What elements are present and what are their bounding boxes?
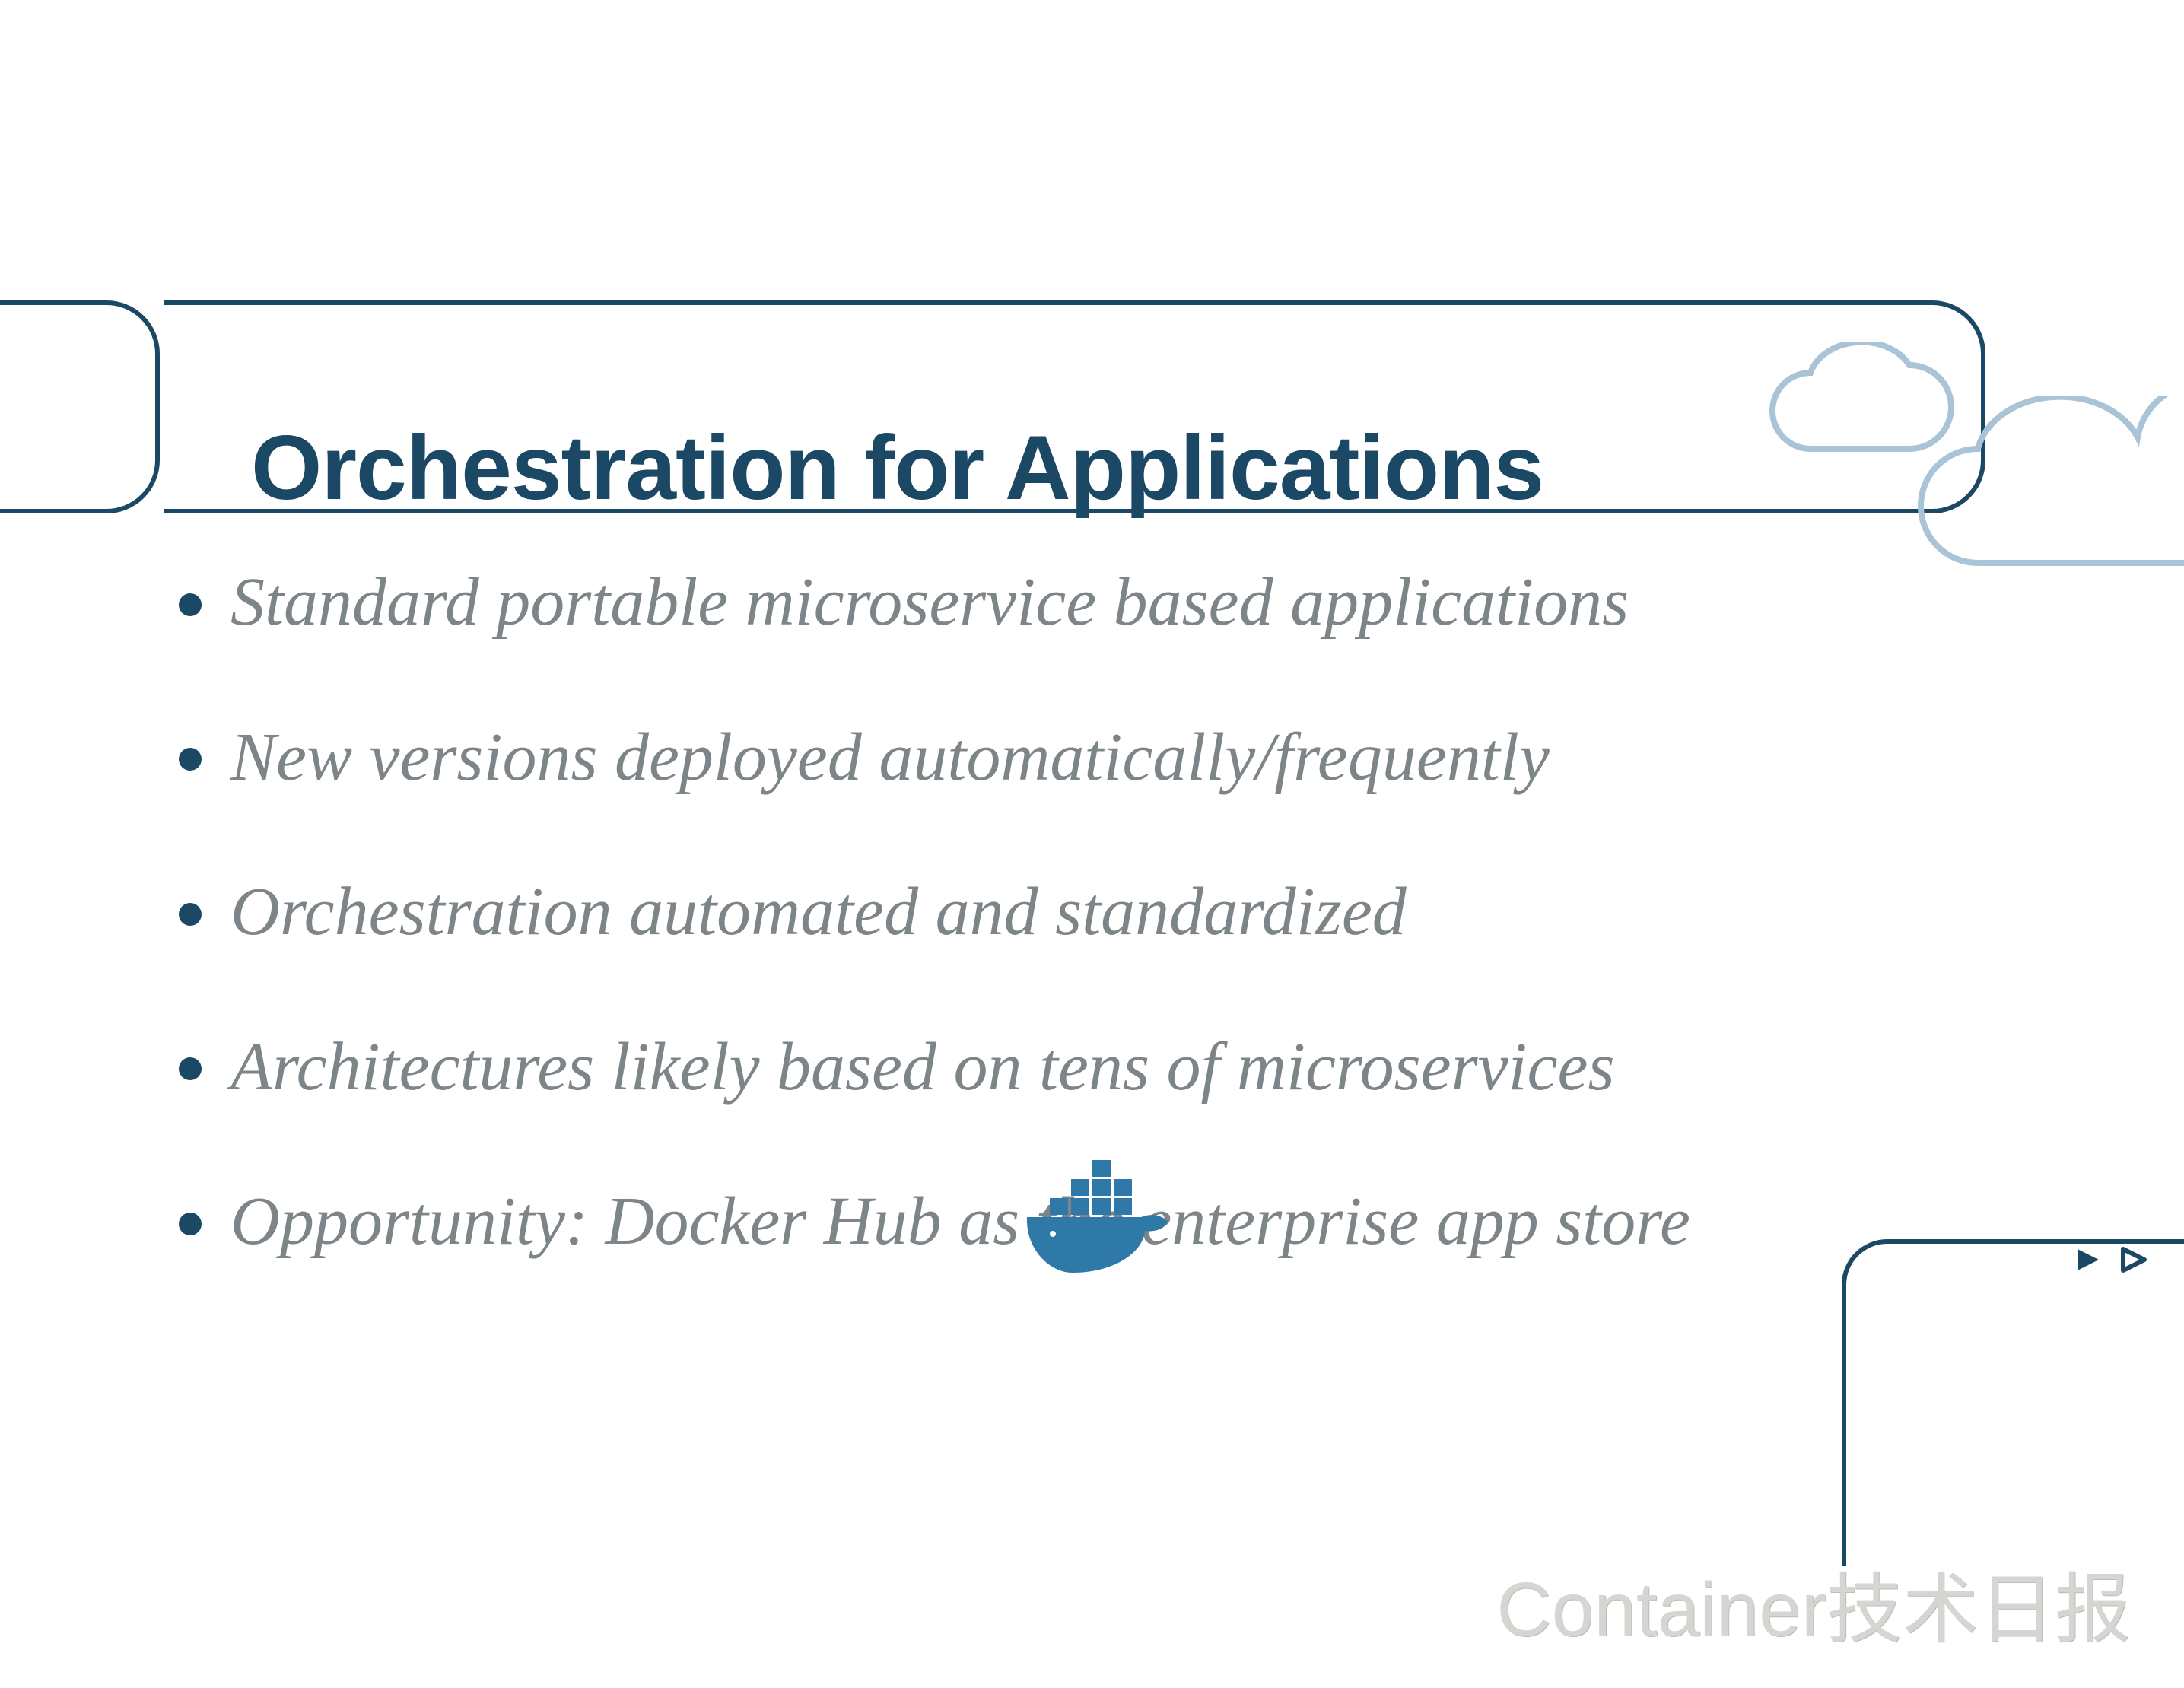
docker-icon xyxy=(1019,1156,1171,1274)
slide: Orchestration for Applications Standard … xyxy=(0,0,2184,1688)
bullet-dot-icon xyxy=(179,748,202,771)
bullet-text: Opportunity: Docker Hub as the enterpris… xyxy=(230,1182,1690,1261)
bullet-item: Architectures likely based on tens of mi… xyxy=(179,1028,2093,1107)
bullet-dot-icon xyxy=(179,1213,202,1235)
bullet-item: Orchestration automated and standardized xyxy=(179,873,2093,952)
arrowheads-icon xyxy=(2017,1245,2184,1275)
bullet-text: Orchestration automated and standardized xyxy=(230,873,1407,952)
slide-title: Orchestration for Applications xyxy=(251,361,1543,574)
bullet-text: New versions deployed automatically/freq… xyxy=(230,718,1550,797)
bullet-text: Architectures likely based on tens of mi… xyxy=(230,1028,1614,1107)
bullet-item: Standard portable microservice based app… xyxy=(179,563,2093,642)
decorative-bracket xyxy=(1842,1239,2184,1566)
bullet-dot-icon xyxy=(179,593,202,616)
watermark-text: Container技术日报 xyxy=(1496,1547,2131,1658)
bullet-dot-icon xyxy=(179,903,202,926)
title-frame-left-stub xyxy=(0,300,160,513)
bullet-item: New versions deployed automatically/freq… xyxy=(179,718,2093,797)
bullet-text: Standard portable microservice based app… xyxy=(230,563,1629,642)
bullet-dot-icon xyxy=(179,1057,202,1080)
